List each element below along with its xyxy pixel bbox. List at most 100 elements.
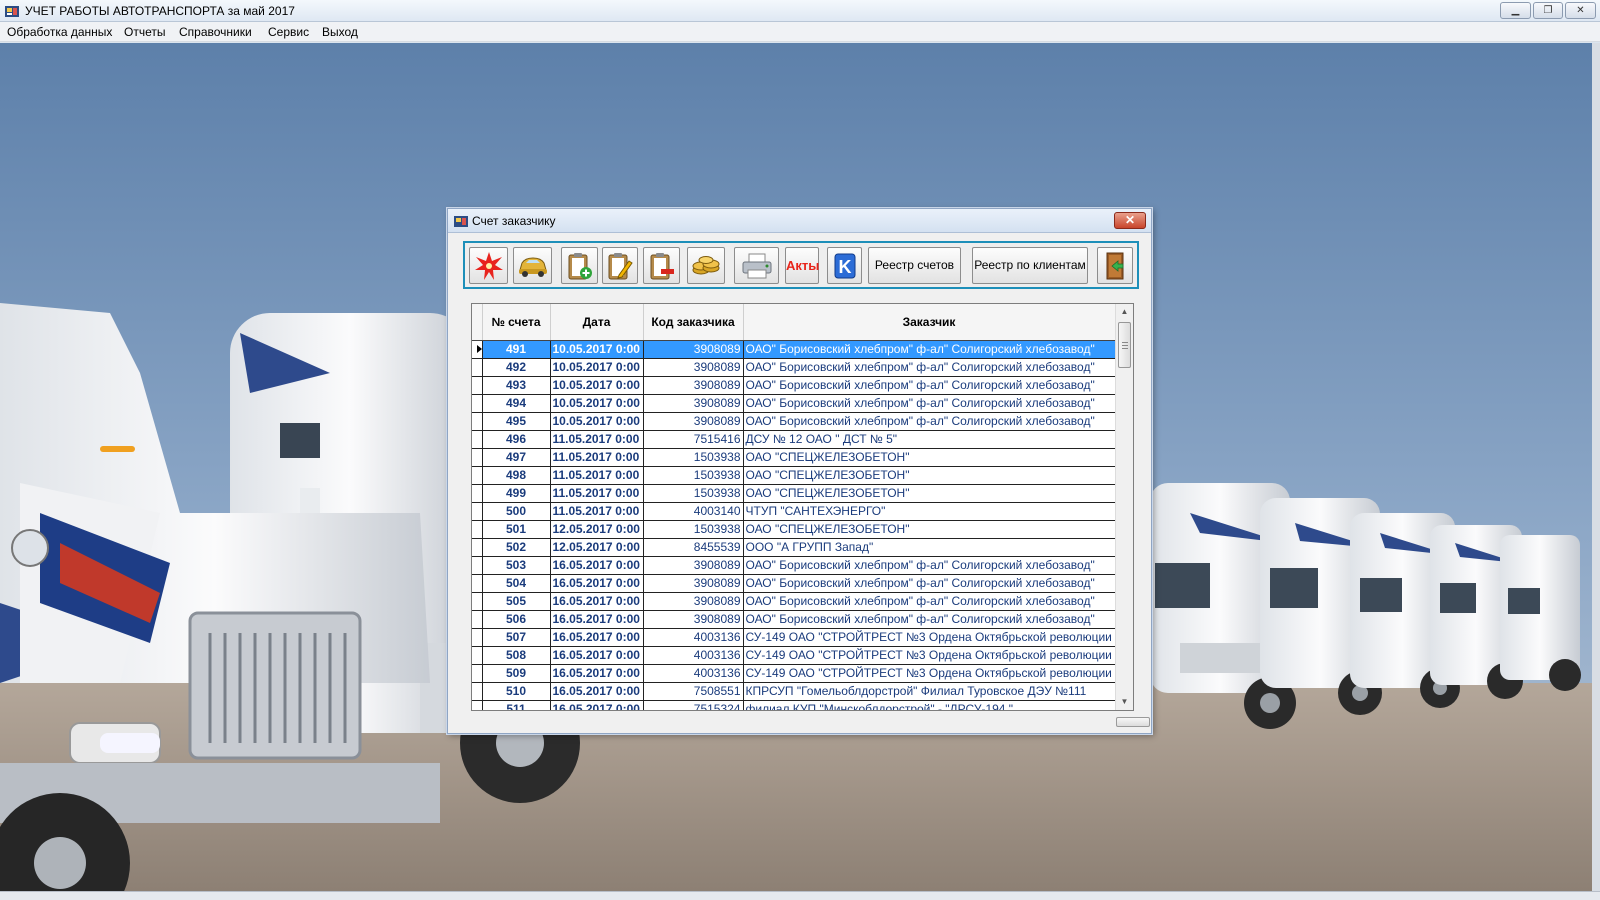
table-row[interactable]: 494 10.05.2017 0:00 3908089 ОАО" Борисовски…: [472, 393, 1116, 413]
cell-customer-code[interactable]: 1503938: [642, 465, 744, 485]
cell-date[interactable]: 10.05.2017 0:00: [549, 375, 644, 395]
column-header-customer-code[interactable]: Код заказчика: [643, 304, 744, 341]
print-button[interactable]: [734, 247, 779, 284]
cell-date[interactable]: 16.05.2017 0:00: [549, 627, 644, 647]
row-indicator[interactable]: [472, 411, 483, 431]
row-indicator[interactable]: [472, 627, 483, 647]
menu-item-data-processing[interactable]: Обработка данных: [7, 25, 112, 39]
cell-customer-code[interactable]: 7515416: [642, 429, 744, 449]
cell-date[interactable]: 16.05.2017 0:00: [549, 573, 644, 593]
k-button[interactable]: K: [827, 247, 862, 284]
cell-customer[interactable]: ОАО" Борисовский хлебпром" ф-ал" Солигор…: [742, 609, 1116, 629]
row-indicator[interactable]: [472, 609, 483, 629]
cell-date[interactable]: 16.05.2017 0:00: [549, 555, 644, 575]
cell-date[interactable]: 11.05.2017 0:00: [549, 501, 644, 521]
dialog-title-bar[interactable]: Счет заказчику ✕: [448, 209, 1151, 233]
table-row[interactable]: 495 10.05.2017 0:00 3908089 ОАО" Борисовски…: [472, 411, 1116, 431]
table-row[interactable]: 497 11.05.2017 0:00 1503938 ОАО "СПЕЦЖЕЛЕЗО…: [472, 447, 1116, 467]
cell-date[interactable]: 16.05.2017 0:00: [549, 699, 644, 710]
invoice-registry-button[interactable]: Реестр счетов: [868, 247, 961, 284]
cell-customer-code[interactable]: 4003136: [642, 627, 744, 647]
row-indicator[interactable]: [472, 573, 483, 593]
table-row[interactable]: 507 16.05.2017 0:00 4003136 СУ-149 ОАО "СТР…: [472, 627, 1116, 647]
cell-date[interactable]: 16.05.2017 0:00: [549, 663, 644, 683]
cell-customer[interactable]: ОАО" Борисовский хлебпром" ф-ал" Солигор…: [742, 573, 1116, 593]
cell-invoice-number[interactable]: 496: [481, 429, 551, 449]
cell-customer-code[interactable]: 7508551: [642, 681, 744, 701]
cell-invoice-number[interactable]: 505: [481, 591, 551, 611]
row-indicator[interactable]: [472, 537, 483, 557]
table-row[interactable]: 503 16.05.2017 0:00 3908089 ОАО" Борисовски…: [472, 555, 1116, 575]
cell-invoice-number[interactable]: 501: [481, 519, 551, 539]
table-row[interactable]: 509 16.05.2017 0:00 4003136 СУ-149 ОАО "СТР…: [472, 663, 1116, 683]
cell-invoice-number[interactable]: 499: [481, 483, 551, 503]
cell-customer-code[interactable]: 8455539: [642, 537, 744, 557]
table-row[interactable]: 499 11.05.2017 0:00 1503938 ОАО "СПЕЦЖЕЛЕЗО…: [472, 483, 1116, 503]
menu-item-references[interactable]: Справочники: [179, 25, 252, 39]
table-row[interactable]: 511 16.05.2017 0:00 7515324 филиал КУП "Мин…: [472, 699, 1116, 710]
grid-vertical-scrollbar[interactable]: ▲ ▼: [1115, 304, 1133, 710]
cell-date[interactable]: 10.05.2017 0:00: [549, 393, 644, 413]
dialog-close-button[interactable]: ✕: [1114, 212, 1146, 229]
column-header-customer[interactable]: Заказчик: [743, 304, 1116, 341]
cell-customer[interactable]: ОАО "СПЕЦЖЕЛЕЗОБЕТОН": [742, 447, 1116, 467]
row-indicator[interactable]: [472, 519, 483, 539]
cell-customer-code[interactable]: 3908089: [642, 411, 744, 431]
scroll-up-arrow-icon[interactable]: ▲: [1116, 304, 1133, 320]
add-record-button[interactable]: [561, 247, 598, 284]
cell-date[interactable]: 12.05.2017 0:00: [549, 519, 644, 539]
scroll-thumb[interactable]: [1118, 322, 1131, 368]
cell-invoice-number[interactable]: 509: [481, 663, 551, 683]
cell-invoice-number[interactable]: 502: [481, 537, 551, 557]
cell-date[interactable]: 10.05.2017 0:00: [549, 411, 644, 431]
cell-customer-code[interactable]: 3908089: [642, 555, 744, 575]
cell-customer-code[interactable]: 3908089: [642, 591, 744, 611]
cell-invoice-number[interactable]: 508: [481, 645, 551, 665]
row-indicator[interactable]: [472, 699, 483, 710]
cell-date[interactable]: 16.05.2017 0:00: [549, 645, 644, 665]
row-indicator[interactable]: [472, 357, 483, 377]
cell-invoice-number[interactable]: 495: [481, 411, 551, 431]
minimize-button[interactable]: ▁: [1500, 2, 1531, 19]
table-row[interactable]: 502 12.05.2017 0:00 8455539 ООО "А ГРУПП За…: [472, 537, 1116, 557]
close-button[interactable]: ✕: [1565, 2, 1596, 19]
cell-invoice-number[interactable]: 498: [481, 465, 551, 485]
table-row[interactable]: 504 16.05.2017 0:00 3908089 ОАО" Борисовски…: [472, 573, 1116, 593]
cell-customer[interactable]: ОАО" Борисовский хлебпром" ф-ал" Солигор…: [742, 393, 1116, 413]
cell-customer[interactable]: СУ-149 ОАО "СТРОЙТРЕСТ №3 Ордена Октябрь…: [742, 645, 1116, 665]
cell-customer[interactable]: ЧТУП "САНТЕХЭНЕРГО": [742, 501, 1116, 521]
cell-invoice-number[interactable]: 491: [481, 339, 551, 359]
new-invoice-button[interactable]: [469, 247, 508, 284]
cell-date[interactable]: 12.05.2017 0:00: [549, 537, 644, 557]
row-indicator[interactable]: [472, 375, 483, 395]
cell-customer-code[interactable]: 3908089: [642, 393, 744, 413]
cell-customer[interactable]: ОАО" Борисовский хлебпром" ф-ал" Солигор…: [742, 591, 1116, 611]
cell-invoice-number[interactable]: 492: [481, 357, 551, 377]
row-indicator[interactable]: [472, 501, 483, 521]
row-indicator[interactable]: [472, 465, 483, 485]
payments-button[interactable]: [687, 247, 725, 284]
cell-invoice-number[interactable]: 507: [481, 627, 551, 647]
cell-customer[interactable]: филиал КУП "Минскоблдорстрой" - "ДРСУ-19…: [742, 699, 1116, 710]
table-row[interactable]: 498 11.05.2017 0:00 1503938 ОАО "СПЕЦЖЕЛЕЗО…: [472, 465, 1116, 485]
cell-invoice-number[interactable]: 510: [481, 681, 551, 701]
cell-customer-code[interactable]: 3908089: [642, 375, 744, 395]
cell-invoice-number[interactable]: 497: [481, 447, 551, 467]
column-header-invoice-number[interactable]: № счета: [482, 304, 551, 341]
row-indicator[interactable]: [472, 339, 483, 359]
table-row[interactable]: 510 16.05.2017 0:00 7508551 КПРСУП "Гомельо…: [472, 681, 1116, 701]
menu-item-exit[interactable]: Выход: [322, 25, 358, 39]
row-indicator[interactable]: [472, 591, 483, 611]
cell-date[interactable]: 16.05.2017 0:00: [549, 609, 644, 629]
cell-customer-code[interactable]: 3908089: [642, 339, 744, 359]
row-indicator[interactable]: [472, 645, 483, 665]
cell-date[interactable]: 11.05.2017 0:00: [549, 465, 644, 485]
cell-customer-code[interactable]: 1503938: [642, 447, 744, 467]
main-title-bar[interactable]: УЧЕТ РАБОТЫ АВТОТРАНСПОРТА за май 2017 ▁…: [0, 0, 1600, 22]
table-row[interactable]: 505 16.05.2017 0:00 3908089 ОАО" Борисовски…: [472, 591, 1116, 611]
cell-customer-code[interactable]: 3908089: [642, 609, 744, 629]
menu-item-service[interactable]: Сервис: [268, 25, 309, 39]
cell-customer[interactable]: ДСУ № 12 ОАО " ДСТ № 5": [742, 429, 1116, 449]
cell-customer-code[interactable]: 4003136: [642, 663, 744, 683]
cell-invoice-number[interactable]: 493: [481, 375, 551, 395]
